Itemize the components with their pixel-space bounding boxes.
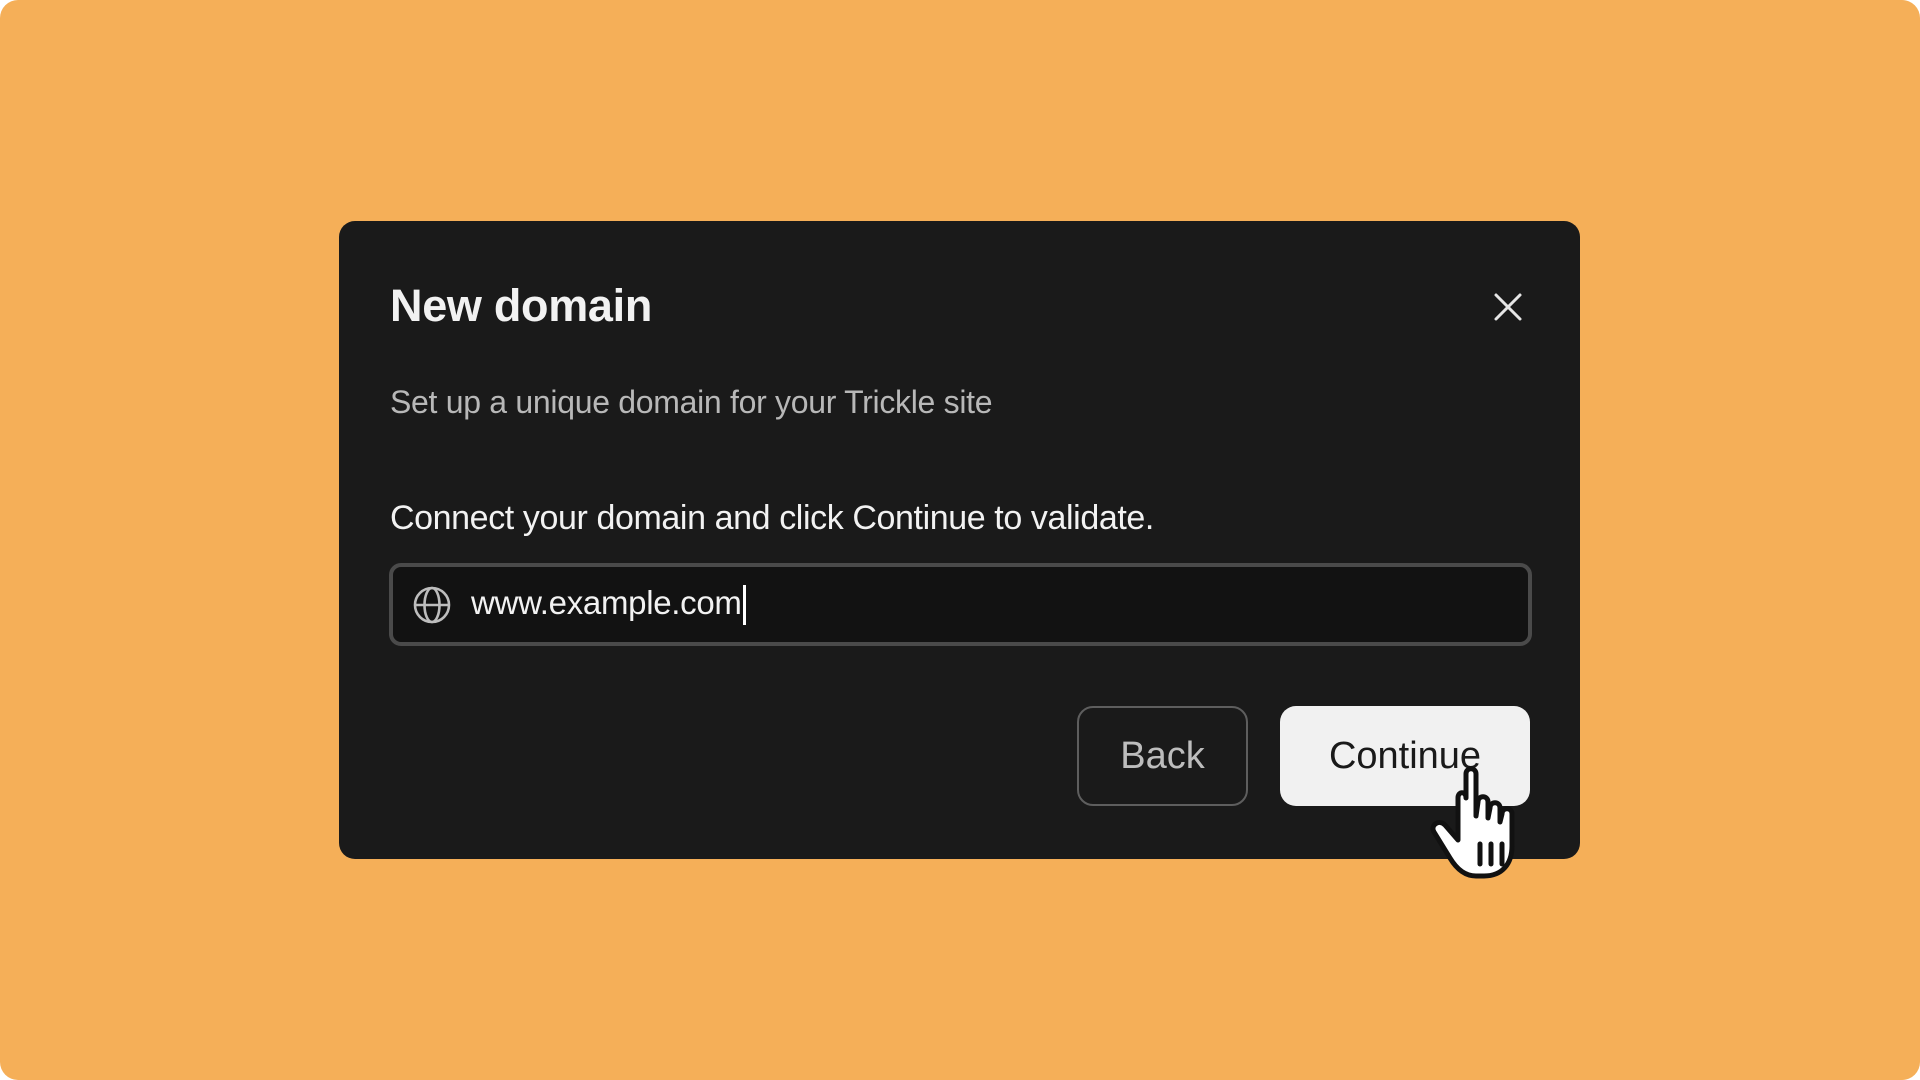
domain-input-field[interactable]: www.example.com bbox=[389, 563, 1532, 646]
close-icon bbox=[1494, 293, 1522, 321]
text-caret bbox=[742, 585, 746, 626]
dialog-title: New domain bbox=[390, 280, 653, 331]
back-button[interactable]: Back bbox=[1077, 706, 1248, 806]
domain-input-value: www.example.com bbox=[471, 583, 742, 621]
continue-button[interactable]: Continue bbox=[1280, 706, 1530, 806]
domain-input[interactable]: www.example.com bbox=[471, 583, 746, 626]
instructions-text: Connect your domain and click Continue t… bbox=[390, 499, 1154, 537]
close-button[interactable] bbox=[1490, 289, 1526, 325]
new-domain-dialog: New domain Set up a unique domain for yo… bbox=[339, 221, 1580, 859]
background: New domain Set up a unique domain for yo… bbox=[0, 0, 1920, 1080]
dialog-subtitle: Set up a unique domain for your Trickle … bbox=[390, 384, 993, 420]
globe-icon bbox=[413, 586, 451, 623]
